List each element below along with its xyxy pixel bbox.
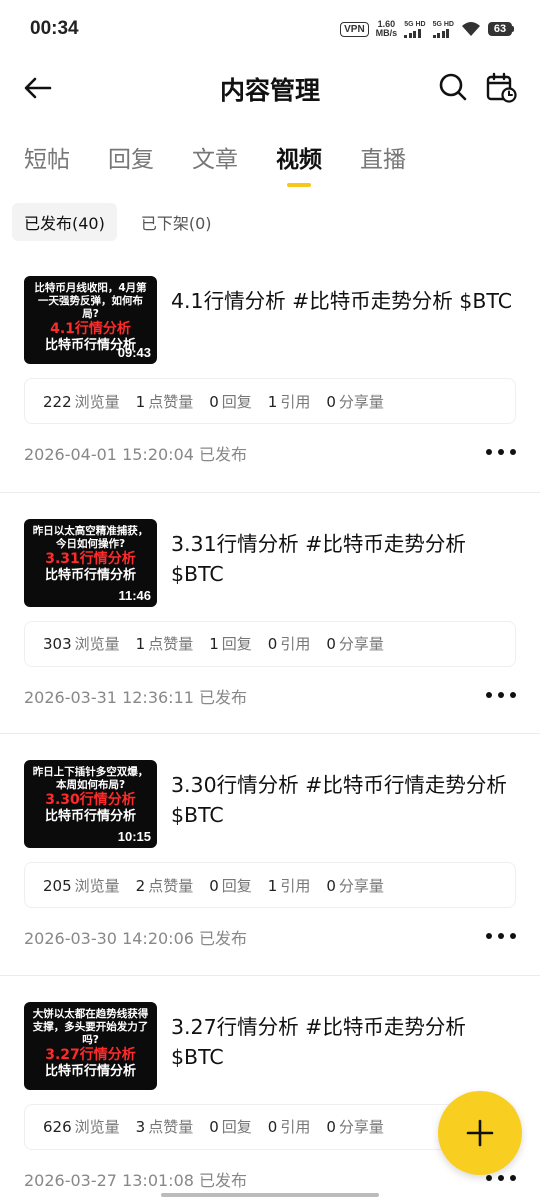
tab-videos[interactable]: 视频 xyxy=(276,140,322,188)
post-title[interactable]: 3.30行情分析 #比特币行情走势分析 $BTC xyxy=(171,770,516,830)
stat-views: 303 浏览量 xyxy=(43,635,120,653)
thumbnail-headline: 3.31行情分析 xyxy=(45,550,136,567)
battery-icon: 63 xyxy=(488,22,514,36)
stat-replies: 0 回复 xyxy=(209,876,252,895)
status-time: 00:34 xyxy=(30,18,79,39)
filter-published[interactable]: 已发布(40) xyxy=(12,203,117,241)
stat-shares: 0 分享量 xyxy=(326,876,384,895)
thumbnail-caption: 大饼以太都在趋势线获得支撑，多头要开始发力了吗? xyxy=(32,1007,149,1046)
signal-icon: 5G HD xyxy=(404,20,426,38)
post-title[interactable]: 4.1行情分析 #比特币走势分析 $BTC xyxy=(171,286,516,316)
stat-quotes: 0 引用 xyxy=(267,635,311,653)
post-stats: 303 浏览量 1 点赞量 1 回复 0 引用 0 分享量 xyxy=(24,620,516,667)
stat-quotes: 1 引用 xyxy=(267,392,311,411)
stat-views: 205 浏览量 xyxy=(43,876,120,895)
status-bar: 00:34 VPN 1.60 MB/s 5G HD 5G HD 63 xyxy=(0,0,540,58)
list-item[interactable]: 比特币月线收阳，4月第一天强势反弹，如何布局? 4.1行情分析 比特币行情分析 … xyxy=(0,250,540,492)
status-icons: VPN 1.60 MB/s 5G HD 5G HD 63 xyxy=(340,20,514,38)
stat-replies: 0 回复 xyxy=(209,392,252,411)
network-speed: 1.60 MB/s xyxy=(376,20,398,38)
search-icon xyxy=(439,73,467,101)
stat-shares: 0 分享量 xyxy=(326,392,384,411)
more-options-icon[interactable] xyxy=(486,930,516,942)
signal-icon: 5G HD xyxy=(432,20,454,38)
post-title[interactable]: 3.31行情分析 #比特币走势分析 $BTC xyxy=(171,529,516,589)
post-date: 2026-03-31 12:36:11 已发布 xyxy=(24,687,248,707)
plus-icon xyxy=(466,1119,494,1147)
video-thumbnail[interactable]: 昨日以太高空精准捕获，今日如何操作? 3.31行情分析 比特币行情分析 11:4… xyxy=(24,518,157,607)
video-thumbnail[interactable]: 比特币月线收阳，4月第一天强势反弹，如何布局? 4.1行情分析 比特币行情分析 … xyxy=(24,276,157,364)
stat-likes: 3 点赞量 xyxy=(135,1118,194,1136)
active-tab-indicator xyxy=(287,183,311,187)
post-title[interactable]: 3.27行情分析 #比特币走势分析 $BTC xyxy=(171,1012,516,1072)
tab-posts[interactable]: 短帖 xyxy=(24,140,70,188)
create-post-button[interactable] xyxy=(438,1091,522,1175)
tab-label: 视频 xyxy=(276,147,322,173)
video-thumbnail[interactable]: 昨日上下插针多空双爆，本周如何布局? 3.30行情分析 比特币行情分析 10:1… xyxy=(24,760,157,848)
video-duration: 10:15 xyxy=(117,829,151,844)
battery-level: 63 xyxy=(488,22,512,36)
stat-quotes: 1 引用 xyxy=(267,876,311,895)
thumbnail-headline: 4.1行情分析 xyxy=(50,321,131,337)
video-duration: 09:43 xyxy=(117,345,151,360)
stat-replies: 1 回复 xyxy=(209,635,252,653)
stat-likes: 1 点赞量 xyxy=(135,392,194,411)
post-date: 2026-03-30 14:20:06 已发布 xyxy=(24,929,248,948)
network-speed-unit: MB/s xyxy=(375,28,398,38)
vpn-badge: VPN xyxy=(340,21,369,37)
thumbnail-caption: 比特币月线收阳，4月第一天强势反弹，如何布局? xyxy=(34,282,147,320)
stat-views: 222 浏览量 xyxy=(43,392,120,411)
sim2-label: 5G HD xyxy=(432,20,454,28)
calendar-icon xyxy=(486,72,517,103)
back-button[interactable] xyxy=(22,72,54,104)
home-indicator[interactable] xyxy=(161,1193,379,1197)
thumbnail-caption: 昨日以太高空精准捕获，今日如何操作? xyxy=(32,524,149,550)
stat-quotes: 0 引用 xyxy=(267,1118,311,1136)
more-options-icon[interactable] xyxy=(486,689,516,701)
thumbnail-headline: 3.30行情分析 xyxy=(45,792,136,808)
stat-views: 626 浏览量 xyxy=(43,1118,120,1136)
stat-shares: 0 分享量 xyxy=(326,1118,384,1136)
thumbnail-subtitle: 比特币行情分析 xyxy=(44,809,136,824)
tab-live[interactable]: 直播 xyxy=(360,140,406,188)
sim1-label: 5G HD xyxy=(404,20,426,28)
header: 内容管理 xyxy=(0,58,540,116)
stat-replies: 0 回复 xyxy=(209,1118,252,1136)
thumbnail-headline: 3.27行情分析 xyxy=(45,1046,136,1063)
thumbnail-subtitle: 比特币行情分析 xyxy=(44,1063,136,1079)
wifi-icon xyxy=(462,22,480,36)
status-filters: 已发布(40) 已下架(0) xyxy=(12,203,224,241)
tab-label: 直播 xyxy=(360,147,406,173)
more-options-icon[interactable] xyxy=(486,446,516,458)
tab-label: 短帖 xyxy=(24,147,70,173)
search-button[interactable] xyxy=(437,71,469,103)
video-duration: 11:46 xyxy=(118,587,151,603)
list-item[interactable]: 昨日以太高空精准捕获，今日如何操作? 3.31行情分析 比特币行情分析 11:4… xyxy=(0,491,540,734)
calendar-button[interactable] xyxy=(485,71,517,103)
post-date: 2026-04-01 15:20:04 已发布 xyxy=(24,445,248,464)
video-thumbnail[interactable]: 大饼以太都在趋势线获得支撑，多头要开始发力了吗? 3.27行情分析 比特币行情分… xyxy=(24,1001,157,1090)
thumbnail-caption: 昨日上下插针多空双爆，本周如何布局? xyxy=(32,766,149,791)
post-stats: 222 浏览量 1 点赞量 0 回复 1 引用 0 分享量 xyxy=(24,378,516,424)
stat-shares: 0 分享量 xyxy=(326,635,384,653)
back-arrow-icon xyxy=(24,77,52,99)
tab-replies[interactable]: 回复 xyxy=(108,140,154,188)
tab-articles[interactable]: 文章 xyxy=(192,140,238,188)
tab-label: 文章 xyxy=(192,147,238,173)
thumbnail-subtitle: 比特币行情分析 xyxy=(44,567,136,583)
post-stats: 205 浏览量 2 点赞量 0 回复 1 引用 0 分享量 xyxy=(24,862,516,908)
tab-label: 回复 xyxy=(108,147,154,173)
list-item[interactable]: 昨日上下插针多空双爆，本周如何布局? 3.30行情分析 比特币行情分析 10:1… xyxy=(0,733,540,975)
video-list: 比特币月线收阳，4月第一天强势反弹，如何布局? 4.1行情分析 比特币行情分析 … xyxy=(0,250,540,1199)
stat-likes: 2 点赞量 xyxy=(135,876,194,895)
post-date: 2026-03-27 13:01:08 已发布 xyxy=(24,1170,248,1190)
stat-likes: 1 点赞量 xyxy=(135,635,194,653)
content-tabs: 短帖 回复 文章 视频 直播 xyxy=(24,140,444,188)
filter-removed[interactable]: 已下架(0) xyxy=(129,203,224,241)
